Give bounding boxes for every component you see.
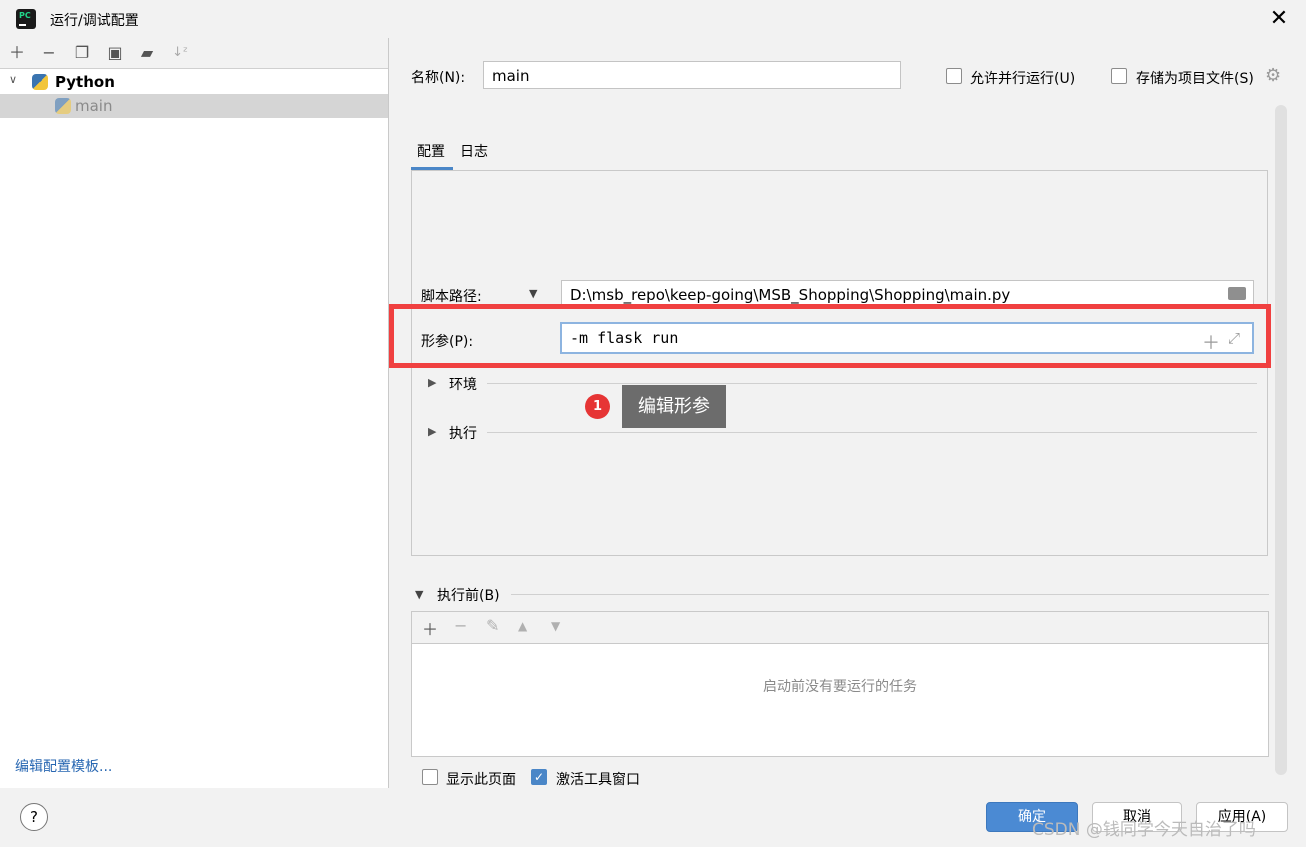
- name-label: 名称(N):: [411, 70, 466, 86]
- watermark: CSDN @钱同学今天自治了吗: [1032, 820, 1256, 840]
- add-icon[interactable]: ＋: [6, 42, 28, 64]
- chevron-down-icon[interactable]: ∨: [9, 73, 17, 86]
- before-launch-panel: ＋ − ✎ ▲ ▼ 启动前没有要运行的任务: [411, 611, 1269, 757]
- divider: [511, 594, 1269, 595]
- chevron-right-icon[interactable]: ▶: [428, 425, 436, 438]
- name-input[interactable]: main: [483, 61, 901, 89]
- script-path-label: 脚本路径:: [421, 289, 482, 305]
- before-launch-toolbar: ＋ − ✎ ▲ ▼: [412, 612, 1268, 644]
- empty-tasks-text: 启动前没有要运行的任务: [763, 679, 917, 695]
- pycharm-logo-icon: PC: [16, 9, 36, 29]
- allow-parallel-checkbox[interactable]: [946, 68, 962, 84]
- edit-templates-link[interactable]: 编辑配置模板...: [15, 756, 112, 776]
- tab-log[interactable]: 日志: [460, 141, 488, 161]
- tree-item-main[interactable]: main: [0, 94, 388, 118]
- store-project-file-checkbox[interactable]: [1111, 68, 1127, 84]
- move-down-icon: ▼: [551, 619, 561, 633]
- highlight-box: [389, 304, 1271, 368]
- folder-add-icon[interactable]: ▰: [136, 42, 158, 64]
- activate-tool-window-checkbox[interactable]: ✓: [531, 769, 547, 785]
- sort-icon: ↓ᶻ: [172, 45, 188, 60]
- chevron-right-icon[interactable]: ▶: [428, 376, 436, 389]
- tab-config[interactable]: 配置: [417, 141, 445, 161]
- divider: [487, 383, 1257, 384]
- app-icon-text: PC: [19, 11, 31, 20]
- edit-icon: ✎: [486, 616, 500, 635]
- remove-icon[interactable]: −: [38, 42, 60, 64]
- annotation-tooltip: 编辑形参: [622, 385, 726, 428]
- activate-tool-window-label: 激活工具窗口: [556, 772, 640, 788]
- move-up-icon: ▲: [518, 619, 528, 633]
- python-file-icon: [55, 98, 71, 114]
- tree-group-label: Python: [55, 73, 115, 91]
- step-badge: 1: [585, 394, 610, 419]
- chevron-down-icon[interactable]: ▼: [415, 588, 423, 601]
- divider: [487, 432, 1257, 433]
- show-page-label: 显示此页面: [446, 772, 516, 788]
- gear-icon[interactable]: ⚙: [1265, 65, 1281, 86]
- remove-icon: −: [454, 616, 468, 635]
- add-icon[interactable]: ＋: [422, 616, 438, 640]
- save-icon[interactable]: ▣: [104, 42, 126, 64]
- allow-parallel-label: 允许并行运行(U): [970, 71, 1076, 87]
- exec-section-label[interactable]: 执行: [449, 423, 477, 443]
- close-icon[interactable]: ✕: [1266, 6, 1292, 32]
- show-page-checkbox[interactable]: [422, 769, 438, 785]
- copy-icon[interactable]: ❐: [71, 42, 93, 64]
- chevron-down-icon[interactable]: ▼: [529, 287, 537, 300]
- help-button[interactable]: ?: [20, 803, 48, 831]
- tree-toolbar: ＋ − ❐ ▣ ▰ ↓ᶻ: [0, 38, 388, 69]
- scrollbar[interactable]: [1275, 105, 1287, 775]
- env-section-label[interactable]: 环境: [449, 374, 477, 394]
- title-bar: PC 运行/调试配置 ✕: [0, 0, 1306, 38]
- tree-item-label: main: [75, 97, 113, 115]
- before-launch-label[interactable]: 执行前(B): [437, 585, 500, 605]
- folder-icon[interactable]: [1228, 287, 1246, 300]
- store-project-file-label: 存储为项目文件(S): [1136, 71, 1254, 87]
- tree-item-python[interactable]: ∨ Python: [0, 70, 388, 94]
- config-tree-panel: ＋ − ❐ ▣ ▰ ↓ᶻ ∨ Python main 编辑配置模板...: [0, 38, 389, 788]
- python-icon: [32, 74, 48, 90]
- window-title: 运行/调试配置: [50, 13, 139, 29]
